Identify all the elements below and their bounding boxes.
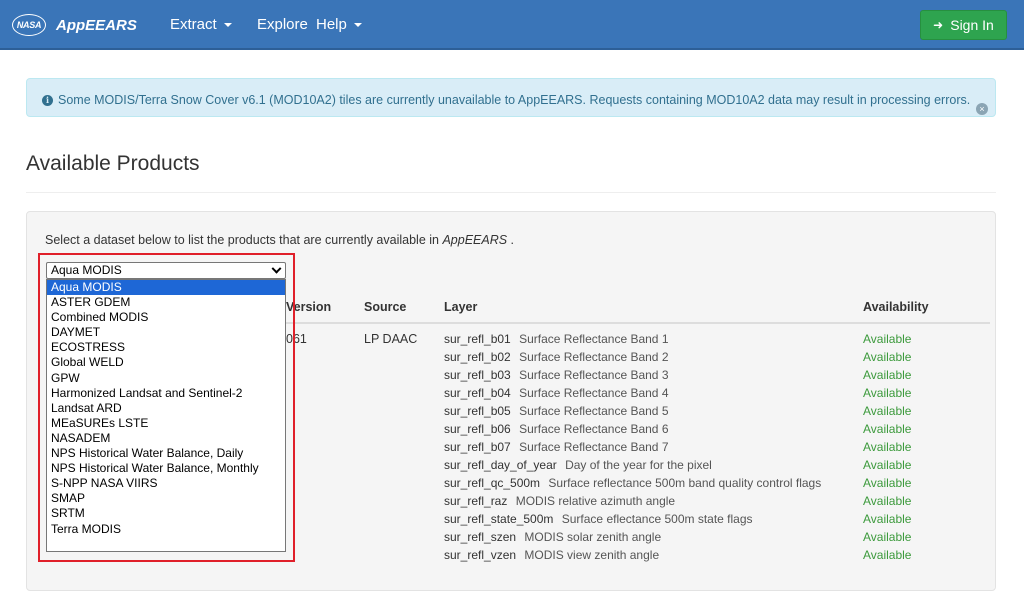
nav-help[interactable]: Help (316, 16, 362, 33)
layer-name: sur_refl_b01 (444, 332, 511, 346)
column-header-source: Source (364, 300, 407, 314)
layer-name: sur_refl_qc_500m (444, 476, 541, 490)
layer-name: sur_refl_day_of_year (444, 458, 557, 472)
table-row: sur_refl_raz MODIS relative azimuth angl… (444, 494, 675, 508)
info-circle-icon: i (42, 94, 53, 106)
availability-status: Available (863, 368, 912, 382)
alert-message: Some MODIS/Terra Snow Cover v6.1 (MOD10A… (58, 93, 971, 107)
intro-suffix: . (507, 233, 515, 247)
title-divider (26, 192, 996, 193)
table-row: sur_refl_b07 Surface Reflectance Band 7 (444, 440, 669, 454)
layer-description: Surface eflectance 500m state flags (561, 512, 753, 526)
availability-status: Available (863, 548, 912, 562)
layer-name: sur_refl_b05 (444, 404, 511, 418)
availability-status: Available (863, 494, 912, 508)
table-row: sur_refl_b04 Surface Reflectance Band 4 (444, 386, 669, 400)
layer-name: sur_refl_szen (444, 530, 517, 544)
layer-description: Surface Reflectance Band 2 (519, 350, 669, 364)
table-header-divider (286, 322, 990, 324)
layer-description: MODIS view zenith angle (524, 548, 660, 562)
highlight-annotation (38, 253, 295, 562)
availability-status: Available (863, 440, 912, 454)
brand-link[interactable]: NASA AppEEARS (12, 9, 137, 41)
table-row: sur_refl_b05 Surface Reflectance Band 5 (444, 404, 669, 418)
availability-status: Available (863, 530, 912, 544)
sign-in-label: Sign In (950, 17, 994, 33)
layer-description: MODIS relative azimuth angle (515, 494, 676, 508)
product-source: LP DAAC (364, 332, 418, 346)
info-alert: i Some MODIS/Terra Snow Cover v6.1 (MOD1… (26, 78, 996, 117)
layer-description: Surface Reflectance Band 7 (519, 440, 669, 454)
layer-description: Surface Reflectance Band 6 (519, 422, 669, 436)
layer-name: sur_refl_b06 (444, 422, 511, 436)
nav-help-label: Help (316, 16, 347, 33)
nasa-logo-icon: NASA (12, 14, 46, 36)
layer-description: Surface Reflectance Band 3 (519, 368, 669, 382)
layer-name: sur_refl_state_500m (444, 512, 554, 526)
intro-app-name: AppEEARS (442, 233, 508, 247)
table-row: sur_refl_b02 Surface Reflectance Band 2 (444, 350, 669, 364)
table-row: sur_refl_b03 Surface Reflectance Band 3 (444, 368, 669, 382)
layer-name: sur_refl_b04 (444, 386, 511, 400)
layer-name: sur_refl_b07 (444, 440, 511, 454)
table-row: sur_refl_szen MODIS solar zenith angle (444, 530, 661, 544)
nav-explore[interactable]: Explore (257, 16, 308, 33)
chevron-down-icon (223, 22, 232, 27)
table-row: sur_refl_b06 Surface Reflectance Band 6 (444, 422, 669, 436)
page-title: Available Products (26, 152, 200, 175)
layer-description: Surface Reflectance Band 1 (519, 332, 669, 346)
availability-status: Available (863, 476, 912, 490)
layer-description: Day of the year for the pixel (565, 458, 712, 472)
brand-name: AppEEARS (56, 16, 137, 34)
availability-status: Available (863, 404, 912, 418)
layer-name: sur_refl_b03 (444, 368, 511, 382)
intro-prefix: Select a dataset below to list the produ… (45, 233, 443, 247)
availability-status: Available (863, 458, 912, 472)
nav-extract[interactable]: Extract (170, 16, 232, 33)
availability-status: Available (863, 332, 912, 346)
sign-in-button[interactable]: ➜ Sign In (920, 10, 1007, 40)
availability-status: Available (863, 422, 912, 436)
layer-description: MODIS solar zenith angle (524, 530, 662, 544)
intro-text: Select a dataset below to list the produ… (45, 233, 514, 247)
table-row: sur_refl_vzen MODIS view zenith angle (444, 548, 659, 562)
availability-status: Available (863, 350, 912, 364)
layer-name: sur_refl_raz (444, 494, 508, 508)
nav-extract-label: Extract (170, 16, 217, 33)
table-row: sur_refl_state_500m Surface eflectance 5… (444, 512, 753, 526)
layer-description: Surface reflectance 500m band quality co… (548, 476, 822, 490)
layer-description: Surface Reflectance Band 4 (519, 386, 669, 400)
close-circle-icon[interactable]: × (976, 103, 988, 115)
table-row: sur_refl_day_of_year Day of the year for… (444, 458, 712, 472)
sign-in-icon: ➜ (933, 18, 944, 32)
layer-name: sur_refl_b02 (444, 350, 511, 364)
nav-explore-label: Explore (257, 16, 308, 33)
table-row: sur_refl_b01 Surface Reflectance Band 1 (444, 332, 669, 346)
availability-status: Available (863, 386, 912, 400)
chevron-down-icon (353, 22, 362, 27)
layer-description: Surface Reflectance Band 5 (519, 404, 669, 418)
column-header-availability: Availability (863, 300, 929, 314)
availability-status: Available (863, 512, 912, 526)
layer-name: sur_refl_vzen (444, 548, 517, 562)
table-row: sur_refl_qc_500m Surface reflectance 500… (444, 476, 821, 490)
navbar: NASA AppEEARS Extract Explore Help ➜ Sig… (0, 0, 1024, 50)
column-header-layer: Layer (444, 300, 478, 314)
